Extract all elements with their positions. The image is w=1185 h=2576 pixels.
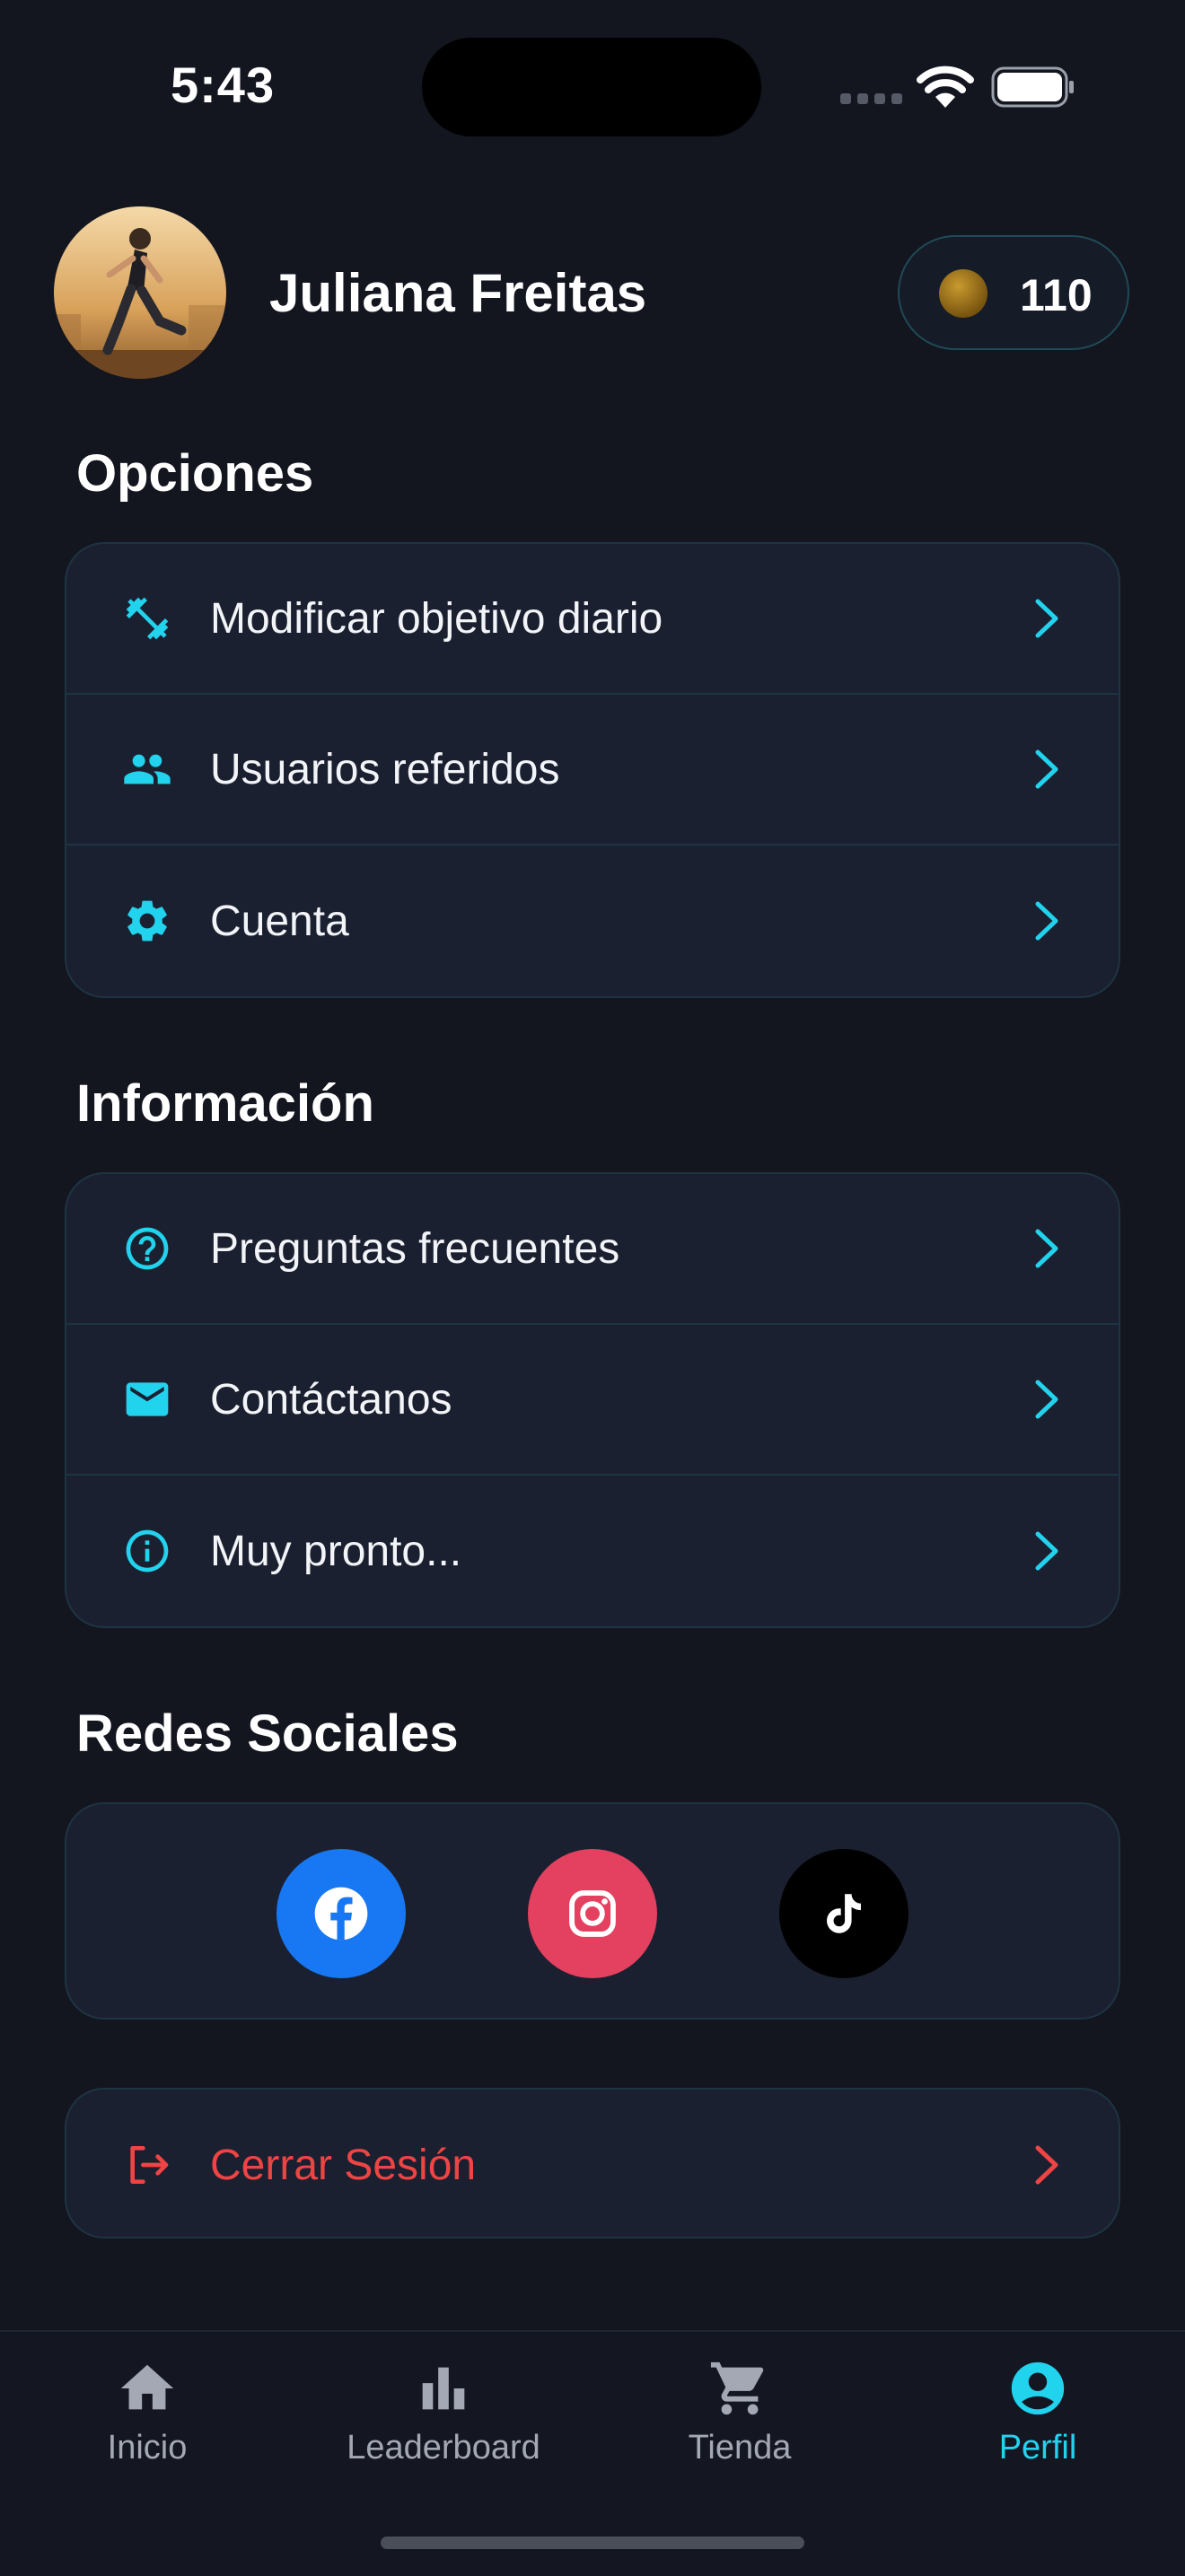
coin-count: 110: [1020, 270, 1093, 320]
gear-icon: [127, 900, 167, 942]
option-referred-users[interactable]: Usuarios referidos: [66, 695, 1119, 846]
home-icon: [120, 2364, 174, 2410]
coin-balance-badge[interactable]: 110: [898, 235, 1129, 350]
status-time: 5:43: [171, 57, 276, 113]
battery-icon: [991, 66, 1074, 108]
chevron-right-icon: [1035, 901, 1058, 941]
section-title-info: Información: [76, 1074, 374, 1133]
user-circle-icon: [1011, 2361, 1065, 2415]
option-label: Modificar objetivo diario: [210, 594, 663, 643]
facebook-button[interactable]: [276, 1849, 406, 1978]
option-modify-daily-goal[interactable]: Modificar objetivo diario: [66, 544, 1119, 695]
logout-icon: [130, 2146, 169, 2184]
info-icon: [126, 1529, 169, 1573]
info-contact[interactable]: Contáctanos: [66, 1325, 1119, 1476]
nav-label: Leaderboard: [347, 2429, 540, 2466]
logout-card: Cerrar Sesión: [65, 2088, 1120, 2239]
tiktok-button[interactable]: [779, 1849, 908, 1978]
section-title-social: Redes Sociales: [76, 1704, 459, 1763]
nav-item-inicio[interactable]: Inicio: [22, 2357, 273, 2467]
user-name: Juliana Freitas: [269, 263, 647, 323]
info-label: Muy pronto...: [210, 1527, 462, 1575]
info-coming-soon[interactable]: Muy pronto...: [66, 1476, 1119, 1626]
dynamic-island: [422, 38, 761, 136]
nav-item-perfil[interactable]: Perfil: [912, 2357, 1163, 2467]
people-icon: [124, 754, 171, 784]
cellular-signal-icon: [840, 93, 902, 104]
home-indicator: [381, 2537, 804, 2549]
cart-icon: [710, 2361, 764, 2415]
nav-item-tienda[interactable]: Tienda: [614, 2357, 865, 2467]
facebook-icon: [314, 1887, 368, 1941]
logout-button[interactable]: Cerrar Sesión: [66, 2090, 1119, 2237]
social-card: [65, 1802, 1120, 2020]
tiktok-icon: [827, 1894, 861, 1933]
info-card: Preguntas frecuentes Contáctanos Muy pro…: [65, 1172, 1120, 1628]
option-account[interactable]: Cuenta: [66, 846, 1119, 996]
dumbbell-icon: [126, 597, 169, 640]
chevron-right-icon: [1035, 2145, 1058, 2185]
option-label: Cuenta: [210, 897, 349, 945]
info-label: Contáctanos: [210, 1375, 452, 1424]
instagram-button[interactable]: [528, 1849, 657, 1978]
chevron-right-icon: [1035, 1531, 1058, 1571]
avatar[interactable]: [54, 206, 226, 379]
chevron-right-icon: [1035, 749, 1058, 789]
nav-label: Inicio: [107, 2429, 188, 2466]
nav-item-leaderboard[interactable]: Leaderboard: [318, 2357, 569, 2467]
help-circle-icon: [126, 1227, 169, 1270]
info-faq[interactable]: Preguntas frecuentes: [66, 1174, 1119, 1325]
logout-label: Cerrar Sesión: [210, 2141, 477, 2189]
coin-icon: [939, 269, 988, 318]
wifi-icon: [917, 66, 974, 108]
nav-label: Perfil: [998, 2429, 1077, 2466]
section-title-options: Opciones: [76, 444, 314, 503]
bar-chart-icon: [422, 2367, 465, 2410]
option-label: Usuarios referidos: [210, 745, 560, 793]
nav-label: Tienda: [688, 2429, 792, 2466]
chevron-right-icon: [1035, 1380, 1058, 1419]
chevron-right-icon: [1035, 1229, 1058, 1268]
mail-icon: [126, 1382, 169, 1416]
info-label: Preguntas frecuentes: [210, 1224, 620, 1273]
chevron-right-icon: [1035, 599, 1058, 638]
options-card: Modificar objetivo diario Usuarios refer…: [65, 542, 1120, 998]
instagram-icon: [569, 1890, 616, 1937]
